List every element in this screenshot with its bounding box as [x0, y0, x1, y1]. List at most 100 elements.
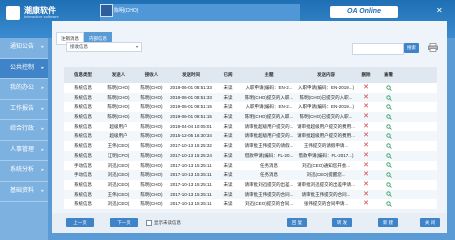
view-icon[interactable] — [376, 131, 401, 141]
forward-button[interactable]: 转 发 — [332, 218, 352, 227]
next-page-button[interactable]: 下一页 — [110, 218, 138, 227]
sidebar-item-analysis[interactable]: 系统分析 ▸ — [0, 161, 48, 182]
new-button[interactable]: 新 建 — [378, 218, 398, 227]
delete-icon[interactable]: ✕ — [356, 102, 376, 112]
reply-button[interactable]: 回 复 — [287, 218, 307, 227]
delete-icon[interactable]: ✕ — [356, 190, 376, 200]
app-subtitle: Interactive software — [24, 14, 59, 19]
cell-type: 系统信息 — [74, 143, 92, 149]
search-input[interactable] — [352, 43, 404, 55]
view-icon[interactable] — [376, 190, 401, 200]
footer-bar: 上一页 下一页 显示未读信息 回 复 转 发 新 建 关 闭 — [52, 213, 447, 233]
cell-subject: 入职申请(编码：EN-2... — [245, 104, 293, 110]
sidebar-item-my-office[interactable]: 我的办公 ▸ — [0, 79, 48, 100]
delete-icon[interactable]: ✕ — [356, 93, 376, 103]
table-row[interactable]: 系统信息 超级用户 陈明(CHO) 2015-12-05 16:30:34 未读 请审批超… — [64, 131, 437, 142]
delete-icon[interactable]: ✕ — [356, 180, 376, 190]
col-header-subject[interactable]: 主题 — [242, 67, 296, 83]
delete-icon[interactable]: ✕ — [356, 131, 376, 141]
sidebar-item-hr[interactable]: 人事管理 ▸ — [0, 141, 48, 161]
delete-icon[interactable]: ✕ — [356, 122, 376, 132]
chevron-right-icon: ▸ — [41, 167, 44, 173]
delete-icon[interactable]: ✕ — [356, 161, 376, 171]
view-icon[interactable] — [376, 112, 401, 122]
delete-icon[interactable]: ✕ — [356, 112, 376, 122]
table-row[interactable]: 手动信息 刘迅(CEO) 陈明(CHO) 2017-10-13 15:25:11 未读 任… — [64, 160, 437, 171]
delete-icon[interactable]: ✕ — [356, 141, 376, 151]
view-icon[interactable] — [376, 199, 401, 209]
cell-type: 系统信息 — [74, 123, 92, 129]
sidebar-item-base-data[interactable]: 基础资料 ▸ — [0, 182, 48, 202]
view-icon[interactable] — [376, 83, 401, 93]
sidebar-item-work-report[interactable]: 工作报告 ▸ — [0, 100, 48, 120]
prev-page-button[interactable]: 上一页 — [66, 218, 94, 227]
cell-content: 陈明(CHO)已提交的入职... — [299, 114, 353, 120]
col-header-type[interactable]: 信息类型 — [64, 67, 102, 83]
message-type-select[interactable]: 接收信息 ▾ — [66, 42, 142, 52]
cell-receiver: 陈明(CHO) — [140, 143, 163, 149]
delete-icon[interactable]: ✕ — [356, 199, 376, 209]
tab-bar: 注销消息 内部信息 — [56, 27, 112, 45]
view-icon[interactable] — [376, 93, 401, 103]
view-icon[interactable] — [376, 102, 401, 112]
user-name[interactable]: 陈明(CHO) — [114, 7, 138, 14]
view-icon[interactable] — [376, 161, 401, 171]
table-row[interactable]: 系统信息 陈明(CHO) 陈明(CHO) 2019-06-01 08:51:33 未读 入… — [64, 83, 437, 93]
sidebar-item-notice[interactable]: 通知公告 ▸ — [0, 38, 48, 59]
cell-sender: 超级用户 — [109, 133, 128, 139]
chevron-right-icon: ▸ — [41, 126, 44, 132]
sidebar-item-public-control[interactable]: 公共控制 ▸ — [0, 58, 48, 79]
view-icon[interactable] — [376, 122, 401, 132]
view-icon[interactable] — [376, 151, 401, 161]
cell-time: 2017-10-13 15:25:11 — [170, 181, 212, 187]
cell-subject: 刘迅(CEO)提交的合同... — [245, 201, 293, 207]
view-icon[interactable] — [376, 180, 401, 190]
view-icon[interactable] — [376, 170, 401, 180]
unread-checkbox-wrap[interactable]: 显示未读信息 — [146, 220, 181, 226]
col-header-read[interactable]: 已阅 — [214, 67, 242, 83]
table-row[interactable]: 系统信息 刘迅(CEO) 陈明(CHO) 2017-10-13 15:25:11 未读 刘… — [64, 199, 437, 209]
col-header-sender[interactable]: 发送人 — [102, 67, 135, 83]
chevron-down-icon: ▾ — [135, 44, 138, 49]
search-button[interactable]: 搜索 — [404, 43, 419, 53]
table-row[interactable]: 系统信息 刘迅(CEO) 陈明(CHO) 2017-10-13 15:25:11 未读 请… — [64, 179, 437, 190]
cell-subject: 请审批刘迅提交的出差... — [244, 181, 294, 187]
sidebar-item-label: 系统分析 — [10, 167, 35, 173]
table-row[interactable]: 系统信息 超级用户 陈明(CHO) 2019-04-04 10:05:01 未读 请审批超… — [64, 121, 437, 132]
view-icon[interactable] — [376, 141, 401, 151]
cell-receiver: 陈明(CHO) — [140, 201, 163, 207]
delete-icon[interactable]: ✕ — [356, 170, 376, 180]
sidebar-item-admin[interactable]: 综合行政 ▸ — [0, 120, 48, 141]
col-header-time[interactable]: 发送时间 — [168, 67, 214, 83]
cell-read: 未读 — [223, 172, 233, 178]
cell-sender: 超级用户 — [109, 123, 128, 129]
table-row[interactable]: 系统信息 王伟(CEO) 陈明(CHO) 2017-10-13 15:25:11 未读 请… — [64, 189, 437, 200]
delete-icon[interactable]: ✕ — [356, 83, 376, 93]
close-icon[interactable]: ✕ — [436, 6, 443, 15]
cell-sender: 陈明(CHO) — [107, 94, 130, 100]
delete-icon[interactable]: ✕ — [356, 151, 376, 161]
user-avatar[interactable] — [100, 4, 113, 17]
table-row[interactable]: 系统信息 陈明(CHO) 陈明(CHO) 2019-06-01 08:51:15 未读 陈… — [64, 112, 437, 122]
cell-sender: 陈明(CHO) — [107, 104, 130, 110]
cell-content: 请审批刘迅提交的出差申请... — [297, 181, 355, 187]
col-header-receiver[interactable]: 接收人 — [135, 67, 168, 83]
cell-sender: 刘迅(CEO) — [107, 181, 130, 187]
table-row[interactable]: 系统信息 王伟(CEO) 陈明(CHO) 2017-10-13 15:25:32 未读 请… — [64, 141, 437, 151]
close-button[interactable]: 关 闭 — [420, 218, 440, 227]
cell-sender: 王伟(CEO) — [107, 143, 130, 149]
table-row[interactable]: 系统信息 陈明(CHO) 陈明(CHO) 2019-06-01 08:51:15 未读 入… — [64, 102, 437, 113]
app-logo — [6, 6, 20, 20]
printer-icon[interactable] — [428, 43, 438, 52]
cell-read: 未读 — [223, 201, 233, 207]
table-row[interactable]: 手动信息 刘迅(CEO) 陈明(CHO) 2017-10-13 15:25:11 未读 任… — [64, 170, 437, 180]
cell-receiver: 陈明(CHO) — [140, 172, 163, 178]
cell-read: 未读 — [223, 85, 233, 90]
sidebar-item-label: 综合行政 — [10, 126, 35, 132]
brand-badge: OA Online — [330, 6, 398, 18]
table-row[interactable]: 系统信息 陈明(CHO) 陈明(CHO) 2019-06-01 08:51:33 未读 陈… — [64, 92, 437, 103]
cell-type: 系统信息 — [74, 191, 92, 197]
col-header-content[interactable]: 发送内容 — [296, 67, 356, 83]
table-row[interactable]: 系统信息 江明(CFO) 陈明(CHO) 2017-10-13 15:25:24 未读 借… — [64, 150, 437, 161]
unread-checkbox[interactable] — [146, 220, 152, 226]
